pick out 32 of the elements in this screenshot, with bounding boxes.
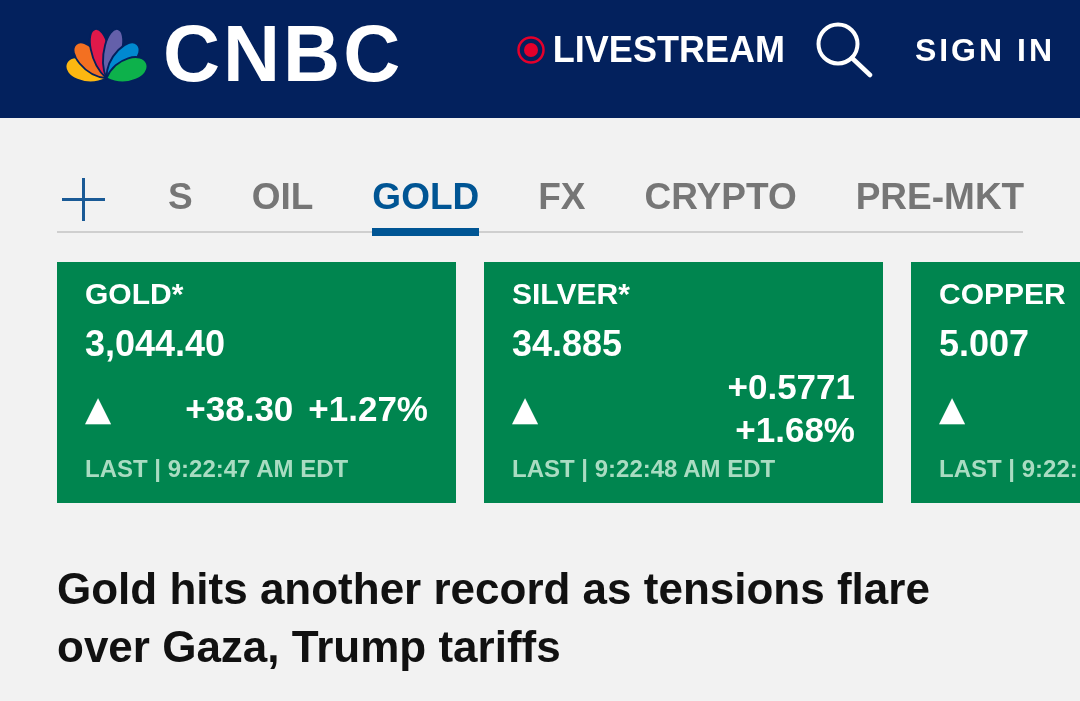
quote-card[interactable]: COPPER 5.007 ▲ LAST | 9:22:: [911, 262, 1080, 503]
quote-price: 34.885: [512, 323, 623, 365]
quote-change: +0.5771: [727, 366, 855, 408]
search-icon[interactable]: [815, 22, 873, 78]
record-icon: [516, 36, 545, 64]
tab[interactable]: S: [168, 175, 193, 236]
quote-change-percent: +1.68%: [735, 409, 855, 451]
logo-text[interactable]: CNBC: [163, 13, 404, 93]
quote-name: COPPER: [939, 276, 1066, 312]
triangle-up-icon: ▲: [85, 393, 112, 423]
quote-timestamp: LAST | 9:22:47 AM EDT: [85, 455, 349, 483]
tab[interactable]: OIL: [251, 175, 314, 236]
quote-name: SILVER*: [512, 276, 630, 312]
tab[interactable]: PRE-MKT: [855, 175, 1025, 236]
tab[interactable]: GOLD: [372, 175, 480, 236]
tab[interactable]: FX: [538, 175, 586, 236]
quote-card[interactable]: GOLD* 3,044.40 ▲ +38.30 +1.27% LAST | 9:22:47 AM EDT: [57, 262, 456, 503]
triangle-up-icon: ▲: [939, 393, 966, 423]
triangle-up-icon: ▲: [512, 393, 539, 423]
quote-timestamp: LAST | 9:22:48 AM EDT: [512, 455, 776, 483]
quote-change-percent: +1.27%: [308, 387, 428, 430]
quote-timestamp: LAST | 9:22:: [939, 455, 1078, 483]
quote-price: 5.007: [939, 323, 1030, 365]
livestream-link[interactable]: LIVESTREAM: [516, 32, 785, 68]
quote-change: +38.30: [185, 387, 294, 430]
quote-name: GOLD*: [85, 276, 184, 312]
sign-in-button[interactable]: SIGN IN: [914, 34, 1055, 66]
plus-icon[interactable]: [62, 178, 105, 221]
tab[interactable]: CRYPTO: [644, 175, 797, 236]
headline[interactable]: Gold hits another record as tensions flare over Gaza, Trump tariffs: [57, 560, 1023, 676]
quote-card[interactable]: SILVER* 34.885 ▲ +0.5771 +1.68% LAST | 9:22:48 AM EDT: [484, 262, 883, 503]
quote-price: 3,044.40: [85, 323, 226, 365]
